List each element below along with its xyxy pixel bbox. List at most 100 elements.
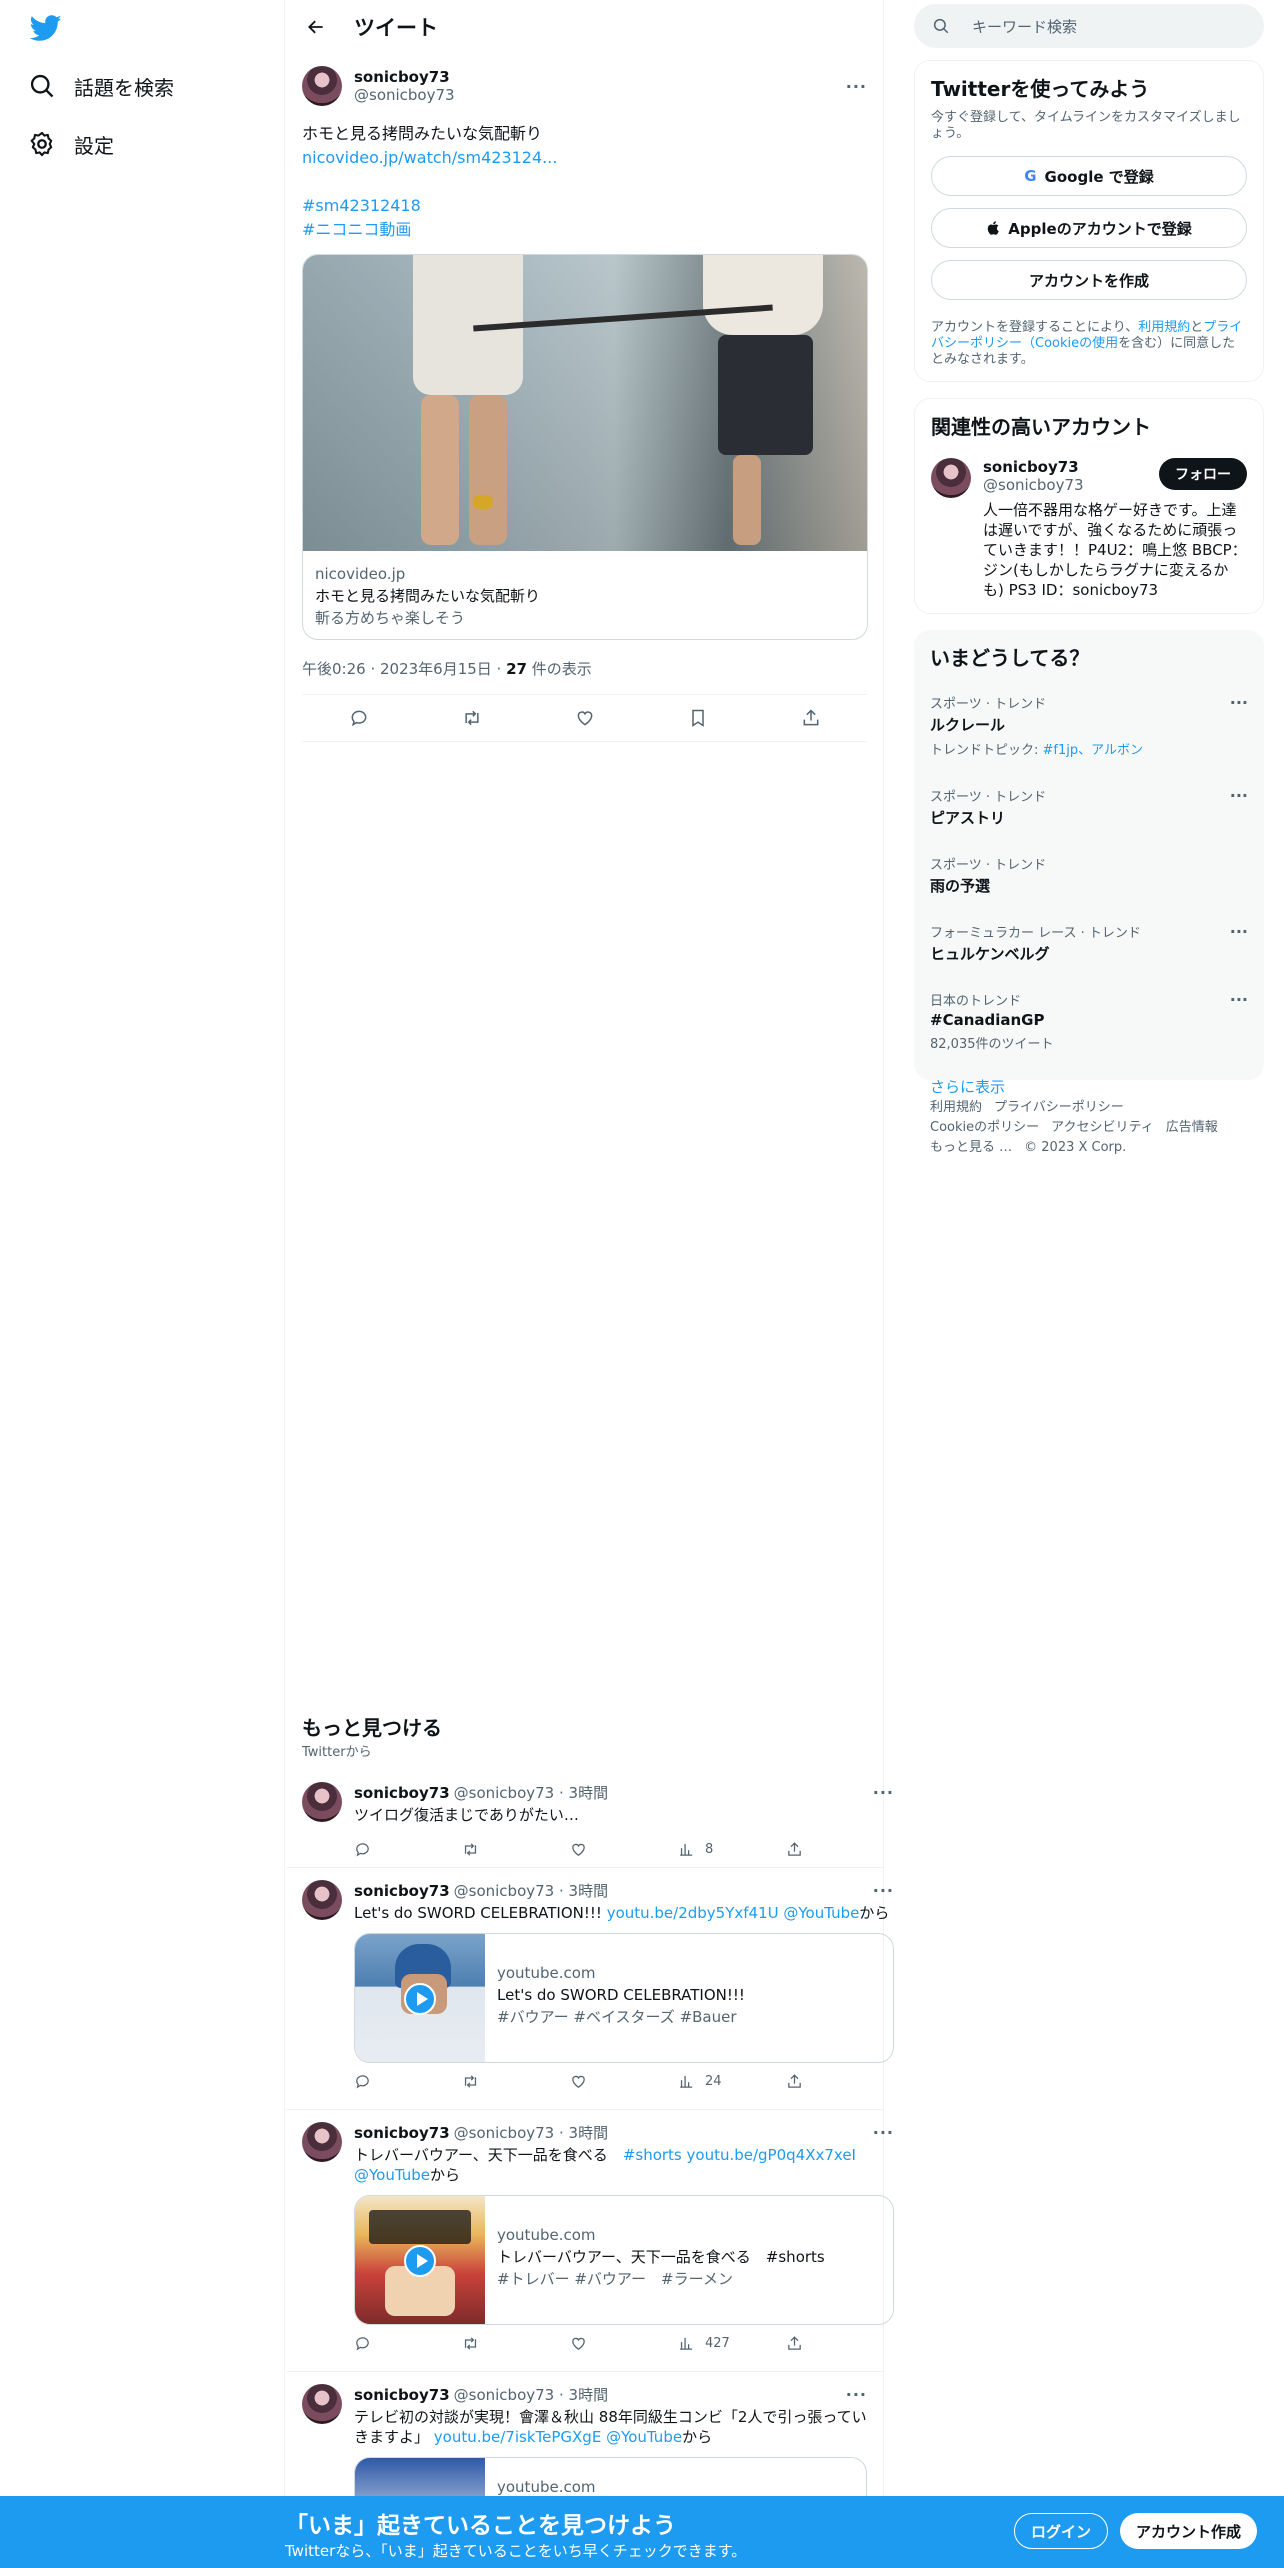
heart-icon[interactable] [575,708,595,728]
reply-button[interactable] [354,2073,462,2090]
author-meta[interactable]: @sonicboy73 · 3時間 [454,1782,873,1803]
more-options-icon[interactable]: ··· [846,2385,867,2404]
trend-item[interactable]: スポーツ · トレンド ルクレール トレンドトピック: #f1jp、アルボン ·… [930,693,1248,758]
terms-link[interactable]: 利用規約 [1138,320,1190,335]
follow-button[interactable]: フォロー [1159,458,1247,490]
more-options-icon[interactable]: ··· [1230,693,1248,712]
trend-item[interactable]: スポーツ · トレンド ピアストリ ··· [930,786,1248,828]
hashtag-link[interactable]: #sm42312418 [302,194,867,218]
author-name[interactable]: sonicboy73 [354,1784,450,1802]
trend-item[interactable]: フォーミュラカー レース · トレンド ヒュルケンベルグ ··· [930,922,1248,964]
nav-settings[interactable]: 設定 [28,120,114,168]
search-icon [933,18,949,34]
more-options-icon[interactable]: ··· [1230,922,1248,941]
google-signup-button[interactable]: G Google で登録 [931,156,1247,196]
share-icon[interactable] [801,708,821,728]
nav-explore[interactable]: 話題を検索 [28,62,174,110]
tweet-link[interactable]: youtu.be/7iskTePGXgE @YouTube [434,2428,682,2446]
avatar[interactable] [302,66,342,106]
retweet-button[interactable] [462,2073,570,2090]
card-description: 斬る方めちゃ楽しそう [315,609,466,627]
footer-link[interactable]: アクセシビリティ [1051,1120,1154,1135]
list-item[interactable]: sonicboy73 @sonicboy73 · 3時間 ··· Let's d… [286,1868,894,2110]
trend-topics-link[interactable]: #f1jp、アルボン [1043,743,1143,758]
play-icon[interactable] [404,2245,436,2277]
tweet-actions: 8 [354,1831,894,1867]
list-item[interactable]: sonicboy73 @sonicboy73 · 3時間 ··· ツイログ復活ま… [286,1770,893,1868]
share-button[interactable] [786,2073,894,2090]
more-options-icon[interactable]: ··· [873,1783,894,1802]
link-card[interactable]: youtube.com [354,2457,867,2496]
footer-link[interactable]: 利用規約 [930,1100,982,1115]
back-button[interactable] [302,13,330,41]
create-account-button[interactable]: アカウントを作成 [931,260,1247,300]
tweet-author-handle[interactable]: @sonicboy73 [354,86,846,104]
tweet-time[interactable]: 午後0:26 · 2023年6月15日 · [302,660,506,678]
arrow-left-icon [308,20,323,34]
avatar[interactable] [302,1880,342,1920]
reply-button[interactable] [354,1841,462,1858]
hashtag-link[interactable]: #ニコニコ動画 [302,218,867,242]
login-button[interactable]: ログイン [1014,2513,1109,2549]
more-options-icon[interactable]: ··· [846,77,867,96]
footer-link[interactable]: もっと見る … [930,1140,1012,1155]
like-button[interactable] [570,2335,678,2352]
more-options-icon[interactable]: ··· [873,2123,894,2142]
author-name[interactable]: sonicboy73 [354,1882,450,1900]
share-button[interactable] [786,1841,894,1858]
card-domain: youtube.com [497,1964,596,1982]
author-meta[interactable]: @sonicboy73 · 3時間 [454,1880,873,1901]
author-name[interactable]: sonicboy73 [354,2386,450,2404]
trend-item[interactable]: スポーツ · トレンド 雨の予選 [930,854,1248,896]
author-name[interactable]: sonicboy73 [354,2124,450,2142]
list-item[interactable]: sonicboy73 @sonicboy73 · 3時間 ··· テレビ初の対談… [286,2372,883,2496]
related-name[interactable]: sonicboy73 [983,458,1159,476]
footer-link[interactable]: 広告情報 [1166,1120,1218,1135]
retweet-button[interactable] [462,2335,570,2352]
trend-topics-label: トレンドトピック: [930,743,1043,758]
reply-button[interactable] [354,2335,462,2352]
bookmark-icon[interactable] [688,708,708,728]
show-more-link[interactable]: さらに表示 [930,1076,1248,1097]
play-icon[interactable] [404,1983,436,2015]
more-options-icon[interactable]: ··· [1230,786,1248,805]
search-input[interactable]: キーワード検索 [914,4,1264,48]
twitter-bird-icon[interactable] [28,12,64,44]
avatar[interactable] [302,2122,342,2162]
footer-link[interactable]: プライバシーポリシー [994,1100,1124,1115]
tweet-link[interactable]: youtu.be/2dby5Yxf41U @YouTube [607,1904,860,1922]
related-handle[interactable]: @sonicboy73 [983,476,1159,494]
signup-button[interactable]: アカウント作成 [1120,2513,1258,2549]
like-button[interactable] [570,1841,678,1858]
avatar[interactable] [931,458,971,498]
tweet-author-name[interactable]: sonicboy73 [354,68,846,86]
retweet-icon [464,2336,477,2350]
tweet-link[interactable]: nicovideo.jp/watch/sm423124... [302,146,867,170]
more-options-icon[interactable]: ··· [1230,990,1248,1009]
view-count: 24 [705,2073,722,2089]
views-button[interactable]: 24 [678,2073,786,2090]
retweet-icon[interactable] [462,708,482,728]
views-button[interactable]: 8 [678,1841,786,1858]
card-description: #トレバー #バウアー #ラーメン [497,2270,733,2288]
reply-icon[interactable] [349,708,369,728]
retweet-button[interactable] [462,1841,570,1858]
link-card[interactable]: youtube.com トレバーバウアー、天下一品を食べる #shorts #ト… [354,2195,894,2325]
footer-link[interactable]: Cookieのポリシー [930,1120,1039,1135]
more-options-icon[interactable]: ··· [873,1881,894,1900]
author-meta[interactable]: @sonicboy73 · 3時間 [454,2122,873,2143]
link-card[interactable]: youtube.com Let's do SWORD CELEBRATION!!… [354,1933,894,2063]
trend-item[interactable]: 日本のトレンド #CanadianGP 82,035件のツイート ··· [930,990,1248,1052]
views-button[interactable]: 427 [678,2335,786,2352]
list-item[interactable]: sonicboy73 @sonicboy73 · 3時間 ··· トレバーバウア… [286,2110,894,2372]
avatar[interactable] [302,2384,342,2424]
avatar[interactable] [302,1782,342,1822]
apple-signup-button[interactable]: Appleのアカウントで登録 [931,208,1247,248]
like-button[interactable] [570,2073,678,2090]
card-domain: youtube.com [497,2226,596,2244]
share-button[interactable] [786,2335,894,2352]
trend-category: スポーツ · トレンド [930,790,1047,805]
trend-topics: トレンドトピック: #f1jp、アルボン [930,739,1248,758]
link-card[interactable]: nicovideo.jp ホモと見る拷問みたいな気配斬り 斬る方めちゃ楽しそう [302,254,868,640]
author-meta[interactable]: @sonicboy73 · 3時間 [454,2384,846,2405]
